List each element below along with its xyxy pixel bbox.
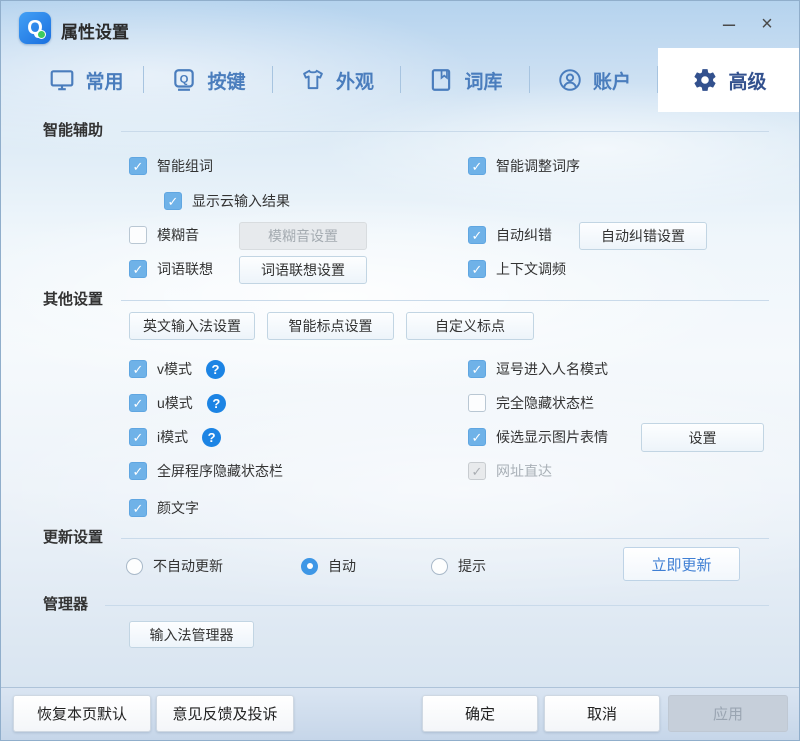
fuzzy-settings-button[interactable]: 模糊音设置 xyxy=(239,222,367,250)
radio-icon xyxy=(301,558,318,575)
feedback-button[interactable]: 意见反馈及投诉 xyxy=(156,695,294,732)
checkbox-smart-reorder[interactable]: 智能调整词序 xyxy=(468,156,580,176)
gear-icon xyxy=(692,67,718,93)
custom-punctuation-button[interactable]: 自定义标点 xyxy=(406,312,534,340)
help-icon[interactable]: ? xyxy=(202,428,221,447)
radio-icon xyxy=(431,558,448,575)
tshirt-icon xyxy=(300,67,326,93)
checkbox-kaomoji[interactable]: 颜文字 xyxy=(129,498,199,518)
section-divider xyxy=(121,131,769,132)
checkbox-icon xyxy=(468,360,486,378)
checkbox-icon xyxy=(468,394,486,412)
section-title-update-settings: 更新设置 xyxy=(43,528,103,548)
tab-bar: 常用 Q 按键 外观 词库 账户 高级 xyxy=(29,48,800,112)
checkbox-icon xyxy=(129,394,147,412)
minimize-icon: – xyxy=(723,11,735,37)
checkbox-icon xyxy=(468,260,486,278)
app-logo: Q xyxy=(19,12,51,44)
tab-label: 常用 xyxy=(85,67,123,94)
checkbox-comma-name-mode[interactable]: 逗号进入人名模式 xyxy=(468,359,608,379)
checkbox-smart-compose[interactable]: 智能组词 xyxy=(129,156,213,176)
footer-bar: 恢复本页默认 意见反馈及投诉 确定 取消 应用 xyxy=(1,687,799,740)
checkbox-icon xyxy=(468,462,486,480)
ime-manager-button[interactable]: 输入法管理器 xyxy=(129,621,254,648)
tab-label: 账户 xyxy=(593,67,631,94)
tab-label: 外观 xyxy=(336,67,374,94)
section-divider xyxy=(105,605,769,606)
checkbox-icon xyxy=(468,157,486,175)
checkbox-hide-status-bar[interactable]: 完全隐藏状态栏 xyxy=(468,393,594,413)
account-icon xyxy=(557,67,583,93)
restore-defaults-button[interactable]: 恢复本页默认 xyxy=(13,695,151,732)
tab-keys[interactable]: Q 按键 xyxy=(144,48,273,112)
checkbox-autocorrect[interactable]: 自动纠错 xyxy=(468,225,552,245)
tab-dictionary[interactable]: 词库 xyxy=(401,48,530,112)
smart-punctuation-settings-button[interactable]: 智能标点设置 xyxy=(267,312,394,340)
section-divider xyxy=(121,538,769,539)
tab-account[interactable]: 账户 xyxy=(530,48,658,112)
checkbox-cloud-results[interactable]: 显示云输入结果 xyxy=(164,191,290,211)
close-icon: × xyxy=(761,13,773,36)
ok-button[interactable]: 确定 xyxy=(422,695,538,732)
tab-label: 词库 xyxy=(464,67,502,94)
tab-label: 按键 xyxy=(207,67,245,94)
apply-button: 应用 xyxy=(668,695,788,732)
help-icon[interactable]: ? xyxy=(206,360,225,379)
checkbox-v-mode[interactable]: v模式 ? xyxy=(129,359,225,379)
checkbox-icon xyxy=(129,499,147,517)
checkbox-icon xyxy=(129,462,147,480)
logo-status-dot xyxy=(37,30,46,39)
checkbox-icon xyxy=(129,260,147,278)
minimize-button[interactable]: – xyxy=(713,9,745,39)
tab-appearance[interactable]: 外观 xyxy=(273,48,401,112)
checkbox-icon xyxy=(129,157,147,175)
checkbox-icon xyxy=(468,428,486,446)
checkbox-word-association[interactable]: 词语联想 xyxy=(129,259,213,279)
close-button[interactable]: × xyxy=(751,9,783,39)
checkbox-context-frequency[interactable]: 上下文调频 xyxy=(468,259,566,279)
checkbox-fuzzy-pinyin[interactable]: 模糊音 xyxy=(129,225,199,245)
autocorrect-settings-button[interactable]: 自动纠错设置 xyxy=(579,222,707,250)
checkbox-i-mode[interactable]: i模式 ? xyxy=(129,427,221,447)
association-settings-button[interactable]: 词语联想设置 xyxy=(239,256,367,284)
tab-advanced[interactable]: 高级 xyxy=(658,48,800,112)
checkbox-candidate-pic-emoji[interactable]: 候选显示图片表情 xyxy=(468,427,608,447)
help-icon[interactable]: ? xyxy=(207,394,226,413)
checkbox-icon xyxy=(468,226,486,244)
monitor-icon xyxy=(49,67,75,93)
tab-label: 高级 xyxy=(728,67,766,94)
radio-no-auto-update[interactable]: 不自动更新 xyxy=(126,557,223,575)
radio-icon xyxy=(126,558,143,575)
section-divider xyxy=(121,300,769,301)
checkbox-fullscreen-hide-status[interactable]: 全屏程序隐藏状态栏 xyxy=(129,461,283,481)
section-title-manager: 管理器 xyxy=(43,595,88,615)
svg-text:Q: Q xyxy=(180,74,189,86)
cancel-button[interactable]: 取消 xyxy=(544,695,660,732)
window-title: 属性设置 xyxy=(61,18,129,43)
pic-emoji-settings-button[interactable]: 设置 xyxy=(641,423,764,452)
checkbox-icon xyxy=(129,428,147,446)
tab-common[interactable]: 常用 xyxy=(29,48,144,112)
checkbox-icon xyxy=(129,360,147,378)
section-title-smart-assist: 智能辅助 xyxy=(43,121,103,141)
checkbox-url-direct: 网址直达 xyxy=(468,461,552,481)
dictionary-icon xyxy=(428,67,454,93)
checkbox-icon xyxy=(129,226,147,244)
radio-auto-update[interactable]: 自动 xyxy=(301,557,356,575)
properties-settings-window: Q 属性设置 – × 常用 Q 按键 外观 词库 账户 高级 智能 xyxy=(0,0,800,741)
radio-prompt-update[interactable]: 提示 xyxy=(431,557,486,575)
checkbox-u-mode[interactable]: u模式 ? xyxy=(129,393,226,413)
section-title-other-settings: 其他设置 xyxy=(43,290,103,310)
keycap-q-icon: Q xyxy=(171,67,197,93)
update-now-button[interactable]: 立即更新 xyxy=(623,547,740,581)
english-ime-settings-button[interactable]: 英文输入法设置 xyxy=(129,312,255,340)
checkbox-icon xyxy=(164,192,182,210)
